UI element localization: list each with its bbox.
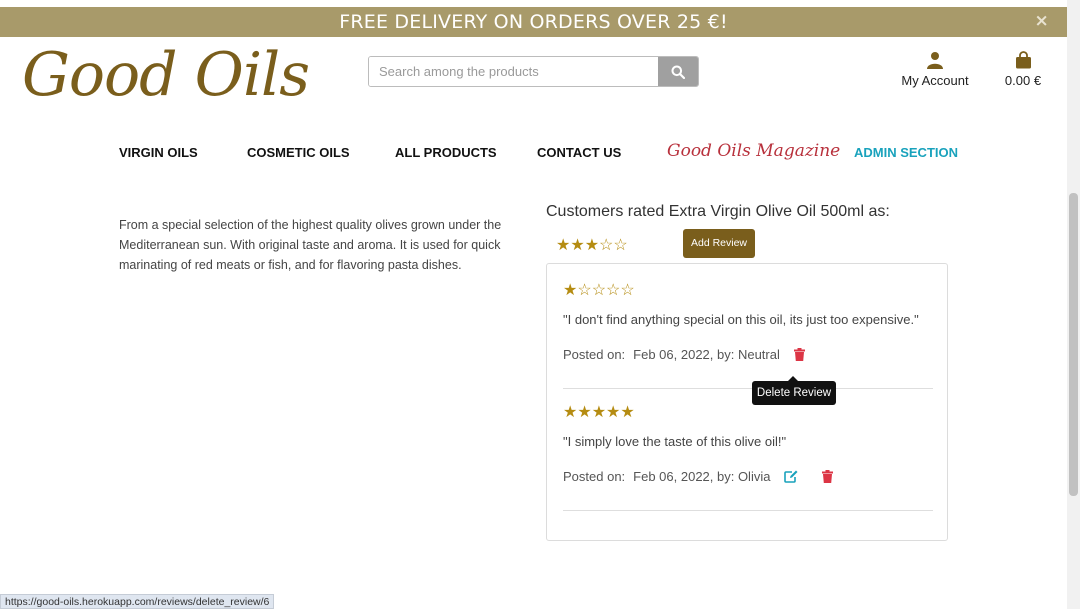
user-icon (927, 52, 943, 69)
reviews-panel: ★☆☆☆☆ "I don't find anything special on … (546, 263, 948, 541)
review-stars: ★☆☆☆☆ (563, 282, 635, 299)
delete-review-button[interactable] (822, 470, 834, 483)
scrollbar-thumb[interactable] (1069, 193, 1078, 496)
account-link[interactable]: My Account (898, 50, 972, 88)
account-label: My Account (901, 73, 969, 88)
top-gap (0, 0, 1067, 7)
review-divider (563, 388, 933, 389)
posted-on-label: Posted on: (563, 347, 626, 362)
review-stars: ★★★★★ (563, 404, 635, 421)
logo[interactable]: Good Oils (22, 40, 310, 110)
nav-admin-section[interactable]: ADMIN SECTION (854, 145, 958, 160)
search-icon (671, 65, 685, 79)
delivery-banner: FREE DELIVERY ON ORDERS OVER 25 €! × (0, 7, 1067, 37)
trash-icon (822, 470, 834, 483)
review-item: ★☆☆☆☆ "I don't find anything special on … (563, 280, 933, 362)
ratings-title: Customers rated Extra Virgin Olive Oil 5… (546, 203, 890, 220)
review-date-author: Feb 06, 2022, by: Neutral (633, 347, 780, 362)
review-divider (563, 510, 933, 511)
trash-icon (793, 348, 805, 361)
delete-review-tooltip: Delete Review (752, 376, 836, 405)
review-item: ★★★★★ "I simply love the taste of this o… (563, 402, 933, 484)
review-meta: Posted on: Feb 06, 2022, by: Olivia (563, 469, 933, 484)
nav-contact-us[interactable]: CONTACT US (537, 145, 621, 160)
banner-close-icon[interactable]: × (1035, 7, 1049, 35)
banner-text: FREE DELIVERY ON ORDERS OVER 25 €! (339, 11, 728, 33)
posted-on-label: Posted on: (563, 469, 626, 484)
edit-review-button[interactable] (784, 470, 798, 483)
review-text: "I simply love the taste of this olive o… (563, 434, 787, 449)
delete-review-button[interactable] (793, 348, 805, 361)
nav-virgin-oils[interactable]: VIRGIN OILS (119, 145, 198, 160)
cart-link[interactable]: 0.00 € (996, 50, 1050, 88)
product-description: From a special selection of the highest … (119, 218, 502, 272)
search-button[interactable] (658, 57, 698, 86)
search-bar (368, 56, 699, 87)
review-meta: Posted on: Feb 06, 2022, by: Neutral (563, 347, 933, 362)
nav-cosmetic-oils[interactable]: COSMETIC OILS (247, 145, 350, 160)
cart-total: 0.00 € (1004, 73, 1042, 88)
main-nav: VIRGIN OILS COSMETIC OILS ALL PRODUCTS C… (0, 141, 1067, 163)
review-text: "I don't find anything special on this o… (563, 312, 919, 327)
edit-icon (784, 470, 798, 483)
search-input[interactable] (369, 57, 659, 86)
add-review-button[interactable]: Add Review (683, 229, 755, 258)
shopping-bag-icon (1015, 51, 1031, 69)
nav-all-products[interactable]: ALL PRODUCTS (395, 145, 497, 160)
page-scrollbar[interactable] (1067, 0, 1080, 609)
status-url: https://good-oils.herokuapp.com/reviews/… (0, 594, 275, 609)
review-date-author: Feb 06, 2022, by: Olivia (633, 469, 771, 484)
nav-magazine[interactable]: Good Oils Magazine (667, 141, 840, 161)
average-rating-stars: ★★★☆☆ (556, 237, 628, 254)
